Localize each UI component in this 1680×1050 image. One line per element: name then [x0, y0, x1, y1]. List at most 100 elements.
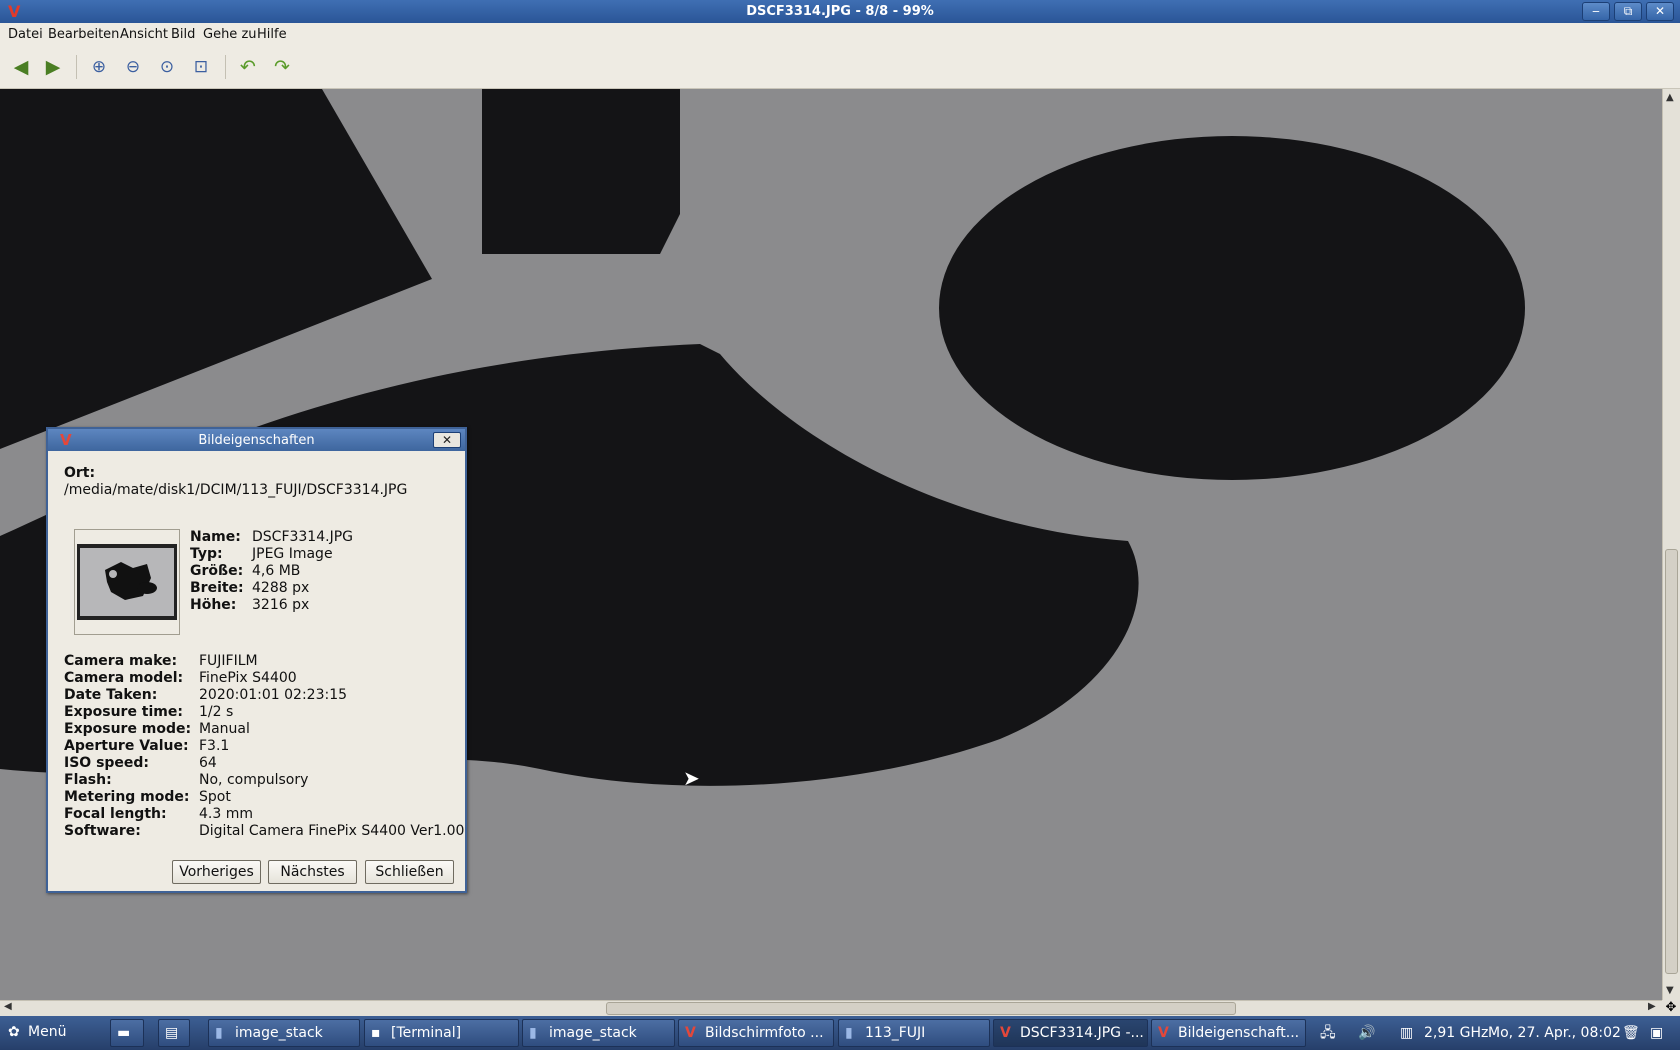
start-menu-button[interactable]: ✿ Menü: [2, 1019, 86, 1047]
volume-icon[interactable]: 🔊: [1358, 1016, 1375, 1050]
horizontal-scroll-thumb[interactable]: [606, 1002, 1236, 1015]
viewer-icon: V: [1158, 1025, 1169, 1041]
camera-make-value: FUJIFILM: [199, 653, 258, 669]
date-taken-value: 2020:01:01 02:23:15: [199, 687, 348, 703]
task-label: DSCF3314.JPG -...: [1020, 1025, 1144, 1041]
task-label: Bildschirmfoto ...: [705, 1025, 824, 1041]
scroll-down-icon[interactable]: ▼: [1666, 985, 1674, 996]
mouse-pointer-icon: ➤: [683, 766, 700, 790]
menu-gehe-zu[interactable]: Gehe zu: [203, 27, 257, 42]
vertical-scroll-thumb[interactable]: [1665, 549, 1678, 974]
type-label: Typ:: [190, 546, 223, 562]
metering-mode-value: Spot: [199, 789, 231, 805]
file-manager-launcher[interactable]: ▤: [158, 1019, 190, 1047]
task-image-stack-2[interactable]: ▮ image_stack: [522, 1019, 675, 1047]
workspace-switcher-icon[interactable]: ▣: [1650, 1016, 1663, 1050]
network-icon[interactable]: 🖧: [1320, 1016, 1336, 1050]
arrow-right-icon[interactable]: ▶: [41, 55, 65, 79]
rotate-left-icon[interactable]: ↶: [236, 55, 260, 79]
toolbar-separator: [225, 55, 226, 79]
start-menu-label: Menü: [28, 1024, 67, 1040]
clock[interactable]: Mo, 27. Apr., 08:02: [1488, 1016, 1621, 1050]
close-window-button[interactable]: ✕: [1646, 2, 1674, 21]
dialog-title: Bildeigenschaften: [198, 433, 315, 448]
task-113-fuji[interactable]: ▮ 113_FUJI: [838, 1019, 990, 1047]
menu-hilfe[interactable]: Hilfe: [257, 27, 287, 42]
next-button[interactable]: Nächstes: [268, 860, 357, 884]
zoom-in-icon[interactable]: ⊕: [87, 55, 111, 79]
exposure-time-label: Exposure time:: [64, 704, 183, 720]
aperture-value: F3.1: [199, 738, 230, 754]
image-properties-dialog: V Bildeigenschaften ✕ Ort: /media/mate/d…: [46, 427, 467, 893]
menu-bild[interactable]: Bild: [171, 27, 195, 42]
task-label: image_stack: [549, 1025, 637, 1041]
window-titlebar: V DSCF3314.JPG - 8/8 - 99% ‒ ⧉ ✕: [0, 0, 1680, 23]
focal-length-label: Focal length:: [64, 806, 167, 822]
name-label: Name:: [190, 529, 241, 545]
zoom-fit-icon[interactable]: ⊡: [189, 55, 213, 79]
viewer-icon: V: [1000, 1025, 1011, 1041]
software-value: Digital Camera FinePix S4400 Ver1.00: [199, 823, 465, 839]
menu-bar: Datei Bearbeiten Ansicht Bild Gehe zu Hi…: [0, 23, 1680, 45]
zoom-normal-icon[interactable]: ⊙: [155, 55, 179, 79]
height-value: 3216 px: [252, 597, 310, 613]
flash-value: No, compulsory: [199, 772, 309, 788]
cpu-icon: ▥: [1400, 1025, 1414, 1041]
dialog-titlebar: V Bildeigenschaften ✕: [48, 429, 465, 451]
scroll-up-icon[interactable]: ▲: [1666, 92, 1674, 103]
exposure-time-value: 1/2 s: [199, 704, 234, 720]
task-dscf3314[interactable]: V DSCF3314.JPG -...: [993, 1019, 1148, 1047]
dialog-close-icon[interactable]: ✕: [433, 432, 461, 448]
iso-label: ISO speed:: [64, 755, 150, 771]
menu-logo-icon: ✿: [8, 1024, 20, 1040]
flash-label: Flash:: [64, 772, 112, 788]
exposure-mode-value: Manual: [199, 721, 250, 737]
trash-icon[interactable]: 🗑: [1622, 1016, 1640, 1050]
toolbar: ◀ ▶ ⊕ ⊖ ⊙ ⊡ ↶ ↷: [0, 45, 1680, 89]
previous-button[interactable]: Vorheriges: [172, 860, 261, 884]
task-image-stack-1[interactable]: ▮ image_stack: [208, 1019, 360, 1047]
width-label: Breite:: [190, 580, 244, 596]
task-label: [Terminal]: [391, 1025, 462, 1041]
location-label: Ort:: [64, 465, 96, 481]
camera-model-label: Camera model:: [64, 670, 184, 686]
metering-mode-label: Metering mode:: [64, 789, 190, 805]
maximize-button[interactable]: ⧉: [1614, 2, 1642, 21]
task-terminal[interactable]: ▪ [Terminal]: [364, 1019, 519, 1047]
camera-make-label: Camera make:: [64, 653, 178, 669]
type-value: JPEG Image: [252, 546, 333, 562]
folder-icon: ▮: [529, 1025, 537, 1041]
menu-ansicht[interactable]: Ansicht: [120, 27, 168, 42]
show-desktop-button[interactable]: ▬: [110, 1019, 144, 1047]
task-bildschirmfoto[interactable]: V Bildschirmfoto ...: [678, 1019, 834, 1047]
zoom-out-icon[interactable]: ⊖: [121, 55, 145, 79]
aperture-label: Aperture Value:: [64, 738, 189, 754]
scroll-right-icon[interactable]: ▶: [1648, 1001, 1656, 1012]
menu-datei[interactable]: Datei: [8, 27, 43, 42]
window-title: DSCF3314.JPG - 8/8 - 99%: [746, 4, 934, 19]
date-taken-label: Date Taken:: [64, 687, 158, 703]
drive-icon: ▤: [165, 1025, 179, 1041]
task-bildeigenschaften[interactable]: V Bildeigenschaft...: [1151, 1019, 1306, 1047]
iso-value: 64: [199, 755, 217, 771]
name-value: DSCF3314.JPG: [252, 529, 353, 545]
focal-length-value: 4.3 mm: [199, 806, 253, 822]
horizontal-scrollbar[interactable]: ◀ ▶: [0, 1000, 1662, 1016]
task-label: 113_FUJI: [865, 1025, 926, 1041]
taskbar: ✿ Menü ▬ ▤ ▮ image_stack ▪ [Terminal] ▮ imag…: [0, 1016, 1680, 1050]
exposure-mode-label: Exposure mode:: [64, 721, 192, 737]
cpu-frequency: 2,91 GHz: [1424, 1025, 1489, 1041]
size-value: 4,6 MB: [252, 563, 301, 579]
size-label: Größe:: [190, 563, 244, 579]
folder-icon: ▮: [845, 1025, 853, 1041]
rotate-right-icon[interactable]: ↷: [270, 55, 294, 79]
width-value: 4288 px: [252, 580, 310, 596]
menu-bearbeiten[interactable]: Bearbeiten: [48, 27, 119, 42]
scroll-left-icon[interactable]: ◀: [4, 1001, 12, 1012]
toolbar-separator: [76, 55, 77, 79]
move-handle-icon[interactable]: ✥: [1662, 1000, 1680, 1016]
vertical-scrollbar[interactable]: ▲ ▼: [1662, 89, 1680, 1000]
close-dialog-button[interactable]: Schließen: [365, 860, 454, 884]
minimize-button[interactable]: ‒: [1582, 2, 1610, 21]
arrow-left-icon[interactable]: ◀: [9, 55, 33, 79]
